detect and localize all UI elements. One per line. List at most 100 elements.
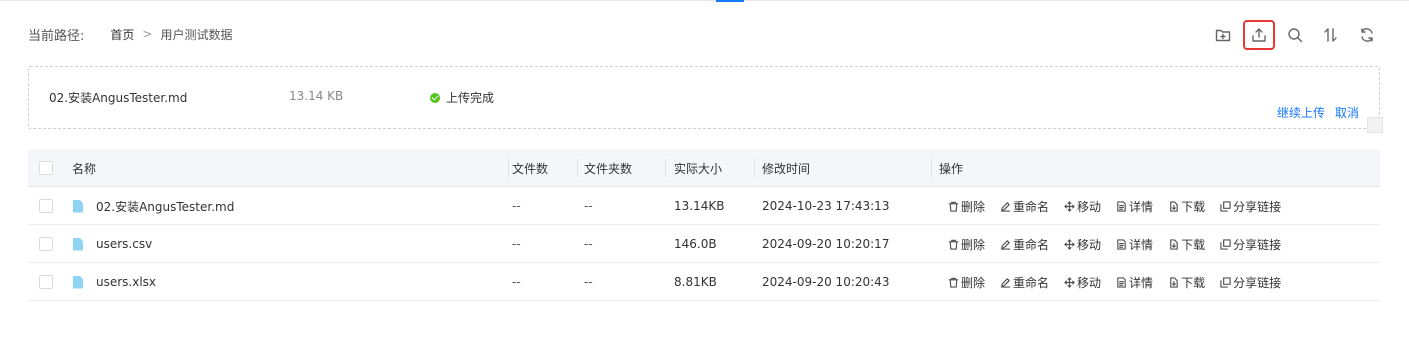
details-button[interactable]: 详情 bbox=[1116, 274, 1153, 291]
sort-button[interactable] bbox=[1315, 20, 1347, 50]
rename-label: 重命名 bbox=[1013, 199, 1050, 214]
column-divider[interactable] bbox=[931, 159, 932, 177]
file-name-cell[interactable]: 02.安装AngusTester.md bbox=[72, 187, 234, 225]
rename-label: 重命名 bbox=[1013, 275, 1050, 290]
row-actions: 删除 重命名 移动 详情 下载 分享链接 bbox=[948, 263, 1296, 301]
row-checkbox[interactable] bbox=[39, 199, 53, 213]
header-ops: 操作 bbox=[939, 161, 964, 176]
share-link-label: 分享链接 bbox=[1233, 199, 1282, 214]
active-tab-indicator bbox=[716, 0, 744, 2]
row-checkbox[interactable] bbox=[39, 275, 53, 289]
download-icon bbox=[1170, 276, 1178, 288]
copy-link-icon bbox=[1220, 200, 1231, 212]
file-count: -- bbox=[512, 275, 521, 289]
folder-count: -- bbox=[584, 237, 593, 251]
file-icon bbox=[73, 237, 83, 251]
row-checkbox[interactable] bbox=[39, 237, 53, 251]
refresh-button[interactable] bbox=[1351, 20, 1383, 50]
column-divider[interactable] bbox=[577, 159, 578, 177]
delete-button[interactable]: 删除 bbox=[948, 236, 985, 253]
file-name: 02.安装AngusTester.md bbox=[96, 199, 235, 214]
move-icon bbox=[1064, 200, 1075, 212]
search-icon bbox=[1288, 28, 1303, 43]
top-border bbox=[0, 0, 1409, 1]
trash-icon bbox=[948, 277, 959, 288]
table-row[interactable]: users.csv -- -- 146.0B 2024-09-20 10:20:… bbox=[28, 225, 1380, 263]
refresh-icon bbox=[1361, 28, 1373, 42]
breadcrumb-current: 用户测试数据 bbox=[160, 27, 233, 42]
download-label: 下载 bbox=[1181, 237, 1206, 252]
edit-icon bbox=[1000, 239, 1011, 250]
file-icon bbox=[73, 199, 83, 213]
delete-label: 删除 bbox=[961, 199, 986, 214]
details-label: 详情 bbox=[1129, 237, 1154, 252]
row-checkbox-cell bbox=[39, 263, 53, 301]
delete-label: 删除 bbox=[961, 275, 986, 290]
download-icon bbox=[1170, 200, 1178, 212]
search-button[interactable] bbox=[1279, 20, 1311, 50]
header-folders: 文件夹数 bbox=[584, 161, 633, 176]
copy-link-icon bbox=[1220, 276, 1231, 288]
row-actions: 删除 重命名 移动 详情 下载 分享链接 bbox=[948, 187, 1296, 225]
move-button[interactable]: 移动 bbox=[1064, 236, 1101, 253]
folder-add-icon bbox=[1215, 29, 1231, 42]
move-button[interactable]: 移动 bbox=[1064, 198, 1101, 215]
details-button[interactable]: 详情 bbox=[1116, 236, 1153, 253]
breadcrumb-label: 当前路径: bbox=[28, 28, 85, 44]
upload-panel: 02.安装AngusTester.md 13.14 KB 上传完成 继续上传 取… bbox=[28, 66, 1380, 129]
breadcrumb: 当前路径: 首页 > 用户测试数据 bbox=[28, 25, 233, 44]
download-icon bbox=[1170, 238, 1178, 250]
file-name-cell[interactable]: users.csv bbox=[72, 225, 152, 263]
breadcrumb-separator: > bbox=[142, 27, 153, 41]
table-row[interactable]: users.xlsx -- -- 8.81KB 2024-09-20 10:20… bbox=[28, 263, 1380, 301]
file-size: 13.14KB bbox=[674, 199, 725, 213]
upload-button[interactable] bbox=[1243, 20, 1275, 50]
share-link-button[interactable]: 分享链接 bbox=[1220, 198, 1281, 215]
select-all-checkbox[interactable] bbox=[39, 161, 53, 175]
column-divider[interactable] bbox=[508, 159, 509, 177]
column-divider[interactable] bbox=[665, 159, 666, 177]
file-name: users.csv bbox=[96, 237, 153, 251]
move-icon bbox=[1064, 238, 1075, 250]
file-name-cell[interactable]: users.xlsx bbox=[72, 263, 156, 301]
download-button[interactable]: 下载 bbox=[1168, 198, 1205, 215]
cancel-upload-link[interactable]: 取消 bbox=[1335, 104, 1359, 121]
header-mtime: 修改时间 bbox=[762, 161, 811, 176]
details-button[interactable]: 详情 bbox=[1116, 198, 1153, 215]
modified-time: 2024-09-20 10:20:17 bbox=[762, 237, 890, 251]
resize-handle[interactable] bbox=[1367, 117, 1383, 133]
rename-button[interactable]: 重命名 bbox=[1000, 198, 1049, 215]
trash-icon bbox=[948, 239, 959, 250]
file-icon bbox=[73, 275, 83, 289]
trash-icon bbox=[948, 201, 959, 212]
new-folder-button[interactable] bbox=[1207, 20, 1239, 50]
delete-button[interactable]: 删除 bbox=[948, 274, 985, 291]
continue-upload-link[interactable]: 继续上传 bbox=[1277, 104, 1325, 121]
delete-button[interactable]: 删除 bbox=[948, 198, 985, 215]
download-label: 下载 bbox=[1181, 275, 1206, 290]
file-size: 8.81KB bbox=[674, 275, 717, 289]
table-row[interactable]: 02.安装AngusTester.md -- -- 13.14KB 2024-1… bbox=[28, 187, 1380, 225]
move-button[interactable]: 移动 bbox=[1064, 274, 1101, 291]
share-link-button[interactable]: 分享链接 bbox=[1220, 274, 1281, 291]
download-button[interactable]: 下载 bbox=[1168, 236, 1205, 253]
rename-button[interactable]: 重命名 bbox=[1000, 236, 1049, 253]
toolbar bbox=[1203, 20, 1383, 50]
row-actions: 删除 重命名 移动 详情 下载 分享链接 bbox=[948, 225, 1296, 263]
rename-button[interactable]: 重命名 bbox=[1000, 274, 1049, 291]
upload-icon bbox=[1252, 28, 1266, 42]
copy-link-icon bbox=[1220, 238, 1231, 250]
share-link-button[interactable]: 分享链接 bbox=[1220, 236, 1281, 253]
column-divider[interactable] bbox=[754, 159, 755, 177]
download-label: 下载 bbox=[1181, 199, 1206, 214]
table-header: 名称 文件数 文件夹数 实际大小 修改时间 操作 bbox=[28, 149, 1380, 187]
breadcrumb-home-link[interactable]: 首页 bbox=[110, 26, 134, 43]
move-label: 移动 bbox=[1077, 275, 1102, 290]
file-size: 146.0B bbox=[674, 237, 717, 251]
move-icon bbox=[1064, 276, 1075, 288]
delete-label: 删除 bbox=[961, 237, 986, 252]
download-button[interactable]: 下载 bbox=[1168, 274, 1205, 291]
rename-label: 重命名 bbox=[1013, 237, 1050, 252]
header-size: 实际大小 bbox=[674, 161, 723, 176]
upload-status-text: 上传完成 bbox=[446, 91, 495, 105]
